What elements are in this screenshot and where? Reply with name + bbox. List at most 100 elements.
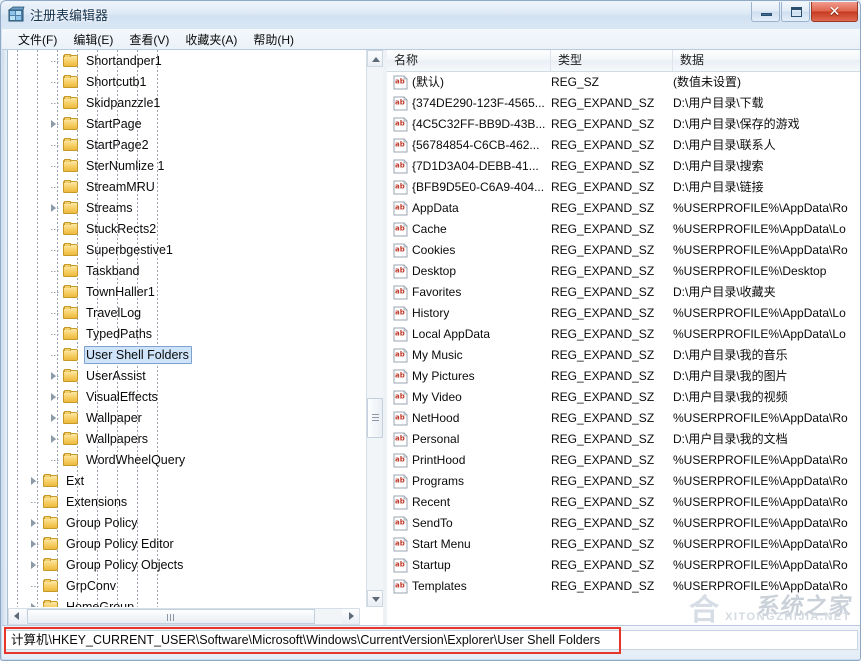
tree-scroll-up-button[interactable] <box>367 50 383 67</box>
tree-node[interactable]: Group Policy Objects <box>8 554 360 575</box>
expand-arrow-icon[interactable] <box>48 365 62 386</box>
tree-node[interactable]: TypedPaths <box>8 323 360 344</box>
table-row[interactable]: abStart MenuREG_EXPAND_SZ%USERPROFILE%\A… <box>387 534 861 555</box>
tree-node[interactable]: Shortandper1 <box>8 50 360 71</box>
table-row[interactable]: abNetHoodREG_EXPAND_SZ%USERPROFILE%\AppD… <box>387 408 861 429</box>
maximize-button[interactable] <box>781 2 810 22</box>
expand-arrow-icon[interactable] <box>48 386 62 407</box>
tree-node[interactable]: Shortcutb1 <box>8 71 360 92</box>
tree-horizontal-scroll-thumb[interactable] <box>27 609 315 624</box>
tree-node[interactable]: WordWheelQuery <box>8 449 360 470</box>
menu-item-4[interactable]: 帮助(H) <box>245 29 302 50</box>
expand-arrow-icon[interactable] <box>48 407 62 428</box>
list-rows: ab(默认)REG_SZ(数值未设置)ab{374DE290-123F-4565… <box>387 72 861 627</box>
minimize-button[interactable] <box>751 2 780 22</box>
expand-arrow-icon[interactable] <box>28 512 42 533</box>
close-button[interactable]: ✕ <box>811 2 858 22</box>
table-row[interactable]: abProgramsREG_EXPAND_SZ%USERPROFILE%\App… <box>387 471 861 492</box>
tree-node[interactable]: StuckRects2 <box>8 218 360 239</box>
table-row[interactable]: abPersonalREG_EXPAND_SZD:\用户目录\我的文档 <box>387 429 861 450</box>
table-row[interactable]: abCacheREG_EXPAND_SZ%USERPROFILE%\AppDat… <box>387 219 861 240</box>
menu-item-1[interactable]: 编辑(E) <box>65 29 121 50</box>
table-row[interactable]: ab{4C5C32FF-BB9D-43B...REG_EXPAND_SZD:\用… <box>387 114 861 135</box>
tree-vertical-scroll-thumb[interactable] <box>367 398 383 438</box>
title-bar[interactable]: 注册表编辑器 ✕ <box>1 1 861 28</box>
tree-node[interactable]: VisualEffects <box>8 386 360 407</box>
tree-node[interactable]: SterNumlize 1 <box>8 155 360 176</box>
expand-arrow-icon[interactable] <box>28 554 42 575</box>
tree-node[interactable]: HomeGroup <box>8 596 360 607</box>
tree-vertical-scrollbar[interactable] <box>366 50 383 607</box>
column-header-name[interactable]: 名称 <box>387 50 551 71</box>
menu-item-3[interactable]: 收藏夹(A) <box>177 29 245 50</box>
table-row[interactable]: abMy PicturesREG_EXPAND_SZD:\用户目录\我的图片 <box>387 366 861 387</box>
tree-node-label: Shortcutb1 <box>84 73 149 91</box>
table-row[interactable]: ab{56784854-C6CB-462...REG_EXPAND_SZD:\用… <box>387 135 861 156</box>
table-row[interactable]: abFavoritesREG_EXPAND_SZD:\用户目录\收藏夹 <box>387 282 861 303</box>
tree-node-selected[interactable]: User Shell Folders <box>8 344 360 365</box>
tree-scroll-right-button[interactable] <box>342 609 359 624</box>
tree-node[interactable]: TravelLog <box>8 302 360 323</box>
tree-node[interactable]: Extensions <box>8 491 360 512</box>
table-row[interactable]: abAppDataREG_EXPAND_SZ%USERPROFILE%\AppD… <box>387 198 861 219</box>
tree-node[interactable]: StartPage2 <box>8 134 360 155</box>
tree-node[interactable]: GrpConv <box>8 575 360 596</box>
tree-node[interactable]: Wallpaper <box>8 407 360 428</box>
tree-node[interactable]: Wallpapers <box>8 428 360 449</box>
table-row[interactable]: abRecentREG_EXPAND_SZ%USERPROFILE%\AppDa… <box>387 492 861 513</box>
expand-arrow-icon[interactable] <box>28 533 42 554</box>
string-value-icon: ab <box>393 327 408 342</box>
tree-node[interactable]: TownHaller1 <box>8 281 360 302</box>
table-row[interactable]: abCookiesREG_EXPAND_SZ%USERPROFILE%\AppD… <box>387 240 861 261</box>
table-row[interactable]: abTemplatesREG_EXPAND_SZ%USERPROFILE%\Ap… <box>387 576 861 597</box>
value-type-cell: REG_EXPAND_SZ <box>551 219 671 240</box>
table-row[interactable]: ab{374DE290-123F-4565...REG_EXPAND_SZD:\… <box>387 93 861 114</box>
registry-values-pane[interactable]: 名称 类型 数据 ab(默认)REG_SZ(数值未设置)ab{374DE290-… <box>387 50 861 627</box>
expand-arrow-icon[interactable] <box>28 596 42 607</box>
tree-node[interactable]: Skidpanzzle1 <box>8 92 360 113</box>
tree-scroll-down-button[interactable] <box>367 590 383 607</box>
menu-item-0[interactable]: 文件(F) <box>10 29 65 50</box>
tree-node[interactable]: Streams <box>8 197 360 218</box>
tree-node[interactable]: UserAssist <box>8 365 360 386</box>
tree-scroll-left-button[interactable] <box>9 609 26 624</box>
table-row[interactable]: abDesktopREG_EXPAND_SZ%USERPROFILE%\Desk… <box>387 261 861 282</box>
table-row[interactable]: ab(默认)REG_SZ(数值未设置) <box>387 72 861 93</box>
registry-tree-pane[interactable]: Shortandper1Shortcutb1Skidpanzzle1StartP… <box>2 50 384 627</box>
table-row[interactable]: abPrintHoodREG_EXPAND_SZ%USERPROFILE%\Ap… <box>387 450 861 471</box>
string-value-icon: ab <box>393 516 408 531</box>
string-value-icon: ab <box>393 180 408 195</box>
table-row[interactable]: abMy VideoREG_EXPAND_SZD:\用户目录\我的视频 <box>387 387 861 408</box>
tree-node-spacer <box>48 260 62 281</box>
table-row[interactable]: abHistoryREG_EXPAND_SZ%USERPROFILE%\AppD… <box>387 303 861 324</box>
table-row[interactable]: abStartupREG_EXPAND_SZ%USERPROFILE%\AppD… <box>387 555 861 576</box>
tree-node[interactable]: Group Policy Editor <box>8 533 360 554</box>
svg-text:ab: ab <box>395 309 405 317</box>
tree-horizontal-scrollbar[interactable] <box>8 608 360 625</box>
table-row[interactable]: abMy MusicREG_EXPAND_SZD:\用户目录\我的音乐 <box>387 345 861 366</box>
expand-arrow-icon[interactable] <box>48 113 62 134</box>
folder-icon <box>42 558 60 572</box>
column-header-type[interactable]: 类型 <box>551 50 673 71</box>
column-header-data[interactable]: 数据 <box>673 50 861 71</box>
expand-arrow-icon[interactable] <box>48 428 62 449</box>
value-data-cell: D:\用户目录\联系人 <box>673 135 861 156</box>
expand-arrow-icon[interactable] <box>48 197 62 218</box>
tree-node[interactable]: Group Policy <box>8 512 360 533</box>
table-row[interactable]: abLocal AppDataREG_EXPAND_SZ%USERPROFILE… <box>387 324 861 345</box>
value-name-cell: Cache <box>412 219 547 240</box>
tree-node[interactable]: StartPage <box>8 113 360 134</box>
table-row[interactable]: ab{7D1D3A04-DEBB-41...REG_EXPAND_SZD:\用户… <box>387 156 861 177</box>
menu-item-2[interactable]: 查看(V) <box>121 29 177 50</box>
tree-node[interactable]: Superbgestive1 <box>8 239 360 260</box>
tree-scroll-area[interactable]: Shortandper1Shortcutb1Skidpanzzle1StartP… <box>8 50 360 607</box>
expand-arrow-icon[interactable] <box>28 470 42 491</box>
string-value-icon: ab <box>393 96 408 111</box>
tree-node[interactable]: Ext <box>8 470 360 491</box>
tree-node[interactable]: StreamMRU <box>8 176 360 197</box>
value-type-cell: REG_EXPAND_SZ <box>551 408 671 429</box>
tree-node[interactable]: Taskband <box>8 260 360 281</box>
table-row[interactable]: ab{BFB9D5E0-C6A9-404...REG_EXPAND_SZD:\用… <box>387 177 861 198</box>
folder-icon <box>62 327 80 341</box>
table-row[interactable]: abSendToREG_EXPAND_SZ%USERPROFILE%\AppDa… <box>387 513 861 534</box>
